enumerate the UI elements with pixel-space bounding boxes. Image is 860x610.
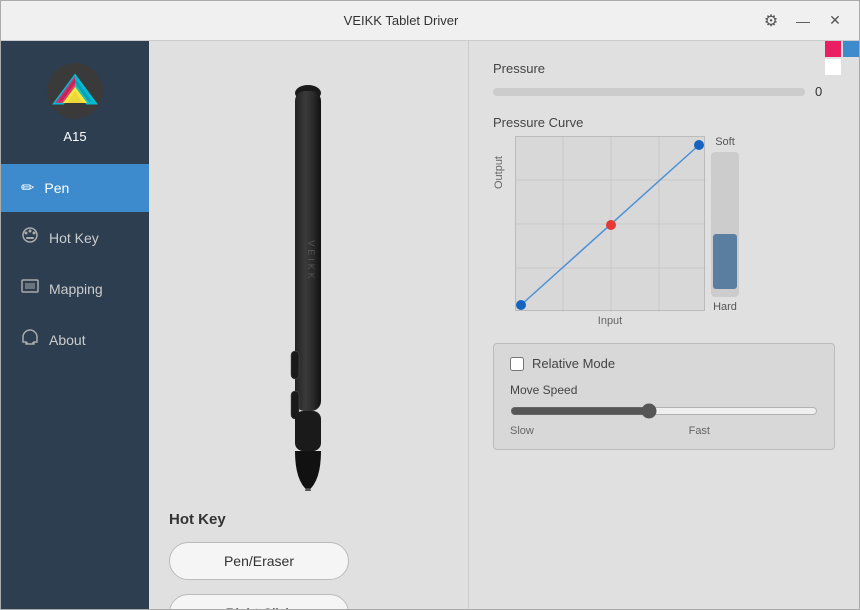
vertical-slider-thumb[interactable]: [713, 234, 737, 289]
title-bar: VEIKK Tablet Driver ⚙ — ✕: [1, 1, 859, 41]
hotkey-section: Hot Key Pen/Eraser Right Click: [169, 511, 448, 609]
right-panel: VEIKK: [149, 41, 859, 609]
minimize-button[interactable]: —: [791, 9, 815, 33]
panel-content: VEIKK: [149, 41, 859, 609]
app-logo: [45, 61, 105, 121]
speed-labels: Slow Fast: [510, 425, 710, 437]
sidebar-label-mapping: Mapping: [49, 281, 103, 297]
pen-eraser-button[interactable]: Pen/Eraser: [169, 542, 349, 580]
input-label: Input: [515, 315, 705, 327]
sidebar-item-mapping[interactable]: Mapping: [1, 263, 149, 314]
hotkey-icon: [21, 226, 39, 249]
sidebar-item-hotkey[interactable]: Hot Key: [1, 212, 149, 263]
color-sq-pink: [825, 41, 841, 57]
color-sq-light: [843, 59, 859, 75]
sidebar-item-about[interactable]: About: [1, 314, 149, 365]
output-label: Output: [493, 156, 505, 189]
pressure-curve-container: Pressure Curve Output: [493, 115, 739, 327]
pressure-label: Pressure: [493, 61, 835, 76]
color-sq-white: [825, 59, 841, 75]
sidebar-label-about: About: [49, 332, 86, 348]
close-button[interactable]: ✕: [823, 9, 847, 33]
hotkey-title: Hot Key: [169, 511, 448, 528]
about-icon: [21, 328, 39, 351]
pressure-curve-section: Pressure Curve Output: [493, 115, 835, 327]
pressure-value: 0: [815, 84, 835, 99]
sidebar-label-pen: Pen: [44, 180, 69, 196]
window-title: VEIKK Tablet Driver: [43, 13, 759, 28]
color-sq-blue: [843, 41, 859, 57]
pen-image-container: VEIKK: [281, 61, 336, 491]
sidebar-item-pen[interactable]: ✏ Pen: [1, 164, 149, 212]
vertical-slider-track: [711, 152, 739, 297]
mapping-icon: [21, 277, 39, 300]
relative-mode-checkbox[interactable]: [510, 357, 524, 371]
pressure-bar: [493, 88, 805, 96]
sidebar-nav: ✏ Pen Hot Key: [1, 164, 149, 365]
move-speed-section: Move Speed Slow Fast: [510, 383, 818, 437]
app-window: VEIKK Tablet Driver ⚙ — ✕ A15: [0, 0, 860, 610]
right-click-button[interactable]: Right Click: [169, 594, 349, 609]
sidebar-label-hotkey: Hot Key: [49, 230, 99, 246]
sidebar: A15 ✏ Pen Ho: [1, 41, 149, 609]
soft-label: Soft: [715, 136, 735, 148]
pressure-section: Pressure 0: [493, 61, 835, 99]
settings-area: Pressure 0 Pressure Curve: [469, 41, 859, 609]
slow-label: Slow: [510, 425, 534, 437]
relative-mode-section: Relative Mode Move Speed Slow Fast: [493, 343, 835, 450]
curve-chart: [515, 136, 705, 311]
main-content: A15 ✏ Pen Ho: [1, 41, 859, 609]
pen-icon: ✏: [21, 178, 34, 198]
speed-slider[interactable]: [510, 403, 818, 419]
curve-slider-area: Soft Hard: [711, 136, 739, 313]
svg-text:VEIKK: VEIKK: [306, 240, 316, 282]
relative-mode-label: Relative Mode: [532, 356, 615, 371]
speed-slider-row: [510, 403, 818, 419]
move-speed-label: Move Speed: [510, 383, 818, 397]
relative-mode-row: Relative Mode: [510, 356, 818, 371]
color-squares: [825, 41, 859, 75]
hard-label: Hard: [713, 301, 737, 313]
settings-button[interactable]: ⚙: [759, 9, 783, 33]
device-name: A15: [63, 129, 86, 144]
pressure-curve-label: Pressure Curve: [493, 115, 739, 130]
pen-image: VEIKK: [281, 61, 336, 491]
title-bar-controls: ⚙ — ✕: [759, 9, 847, 33]
fast-label: Fast: [689, 425, 710, 437]
pen-area: VEIKK: [149, 41, 469, 609]
pressure-row: 0: [493, 84, 835, 99]
